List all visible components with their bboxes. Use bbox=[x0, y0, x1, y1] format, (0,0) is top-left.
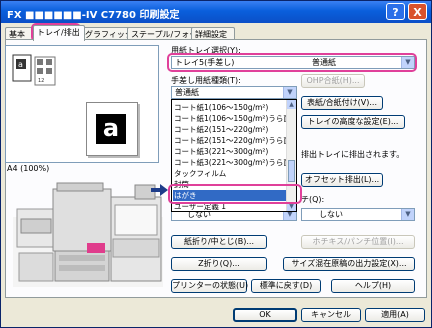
scroll-up-icon[interactable]: ▲ bbox=[287, 100, 296, 109]
mixed-size-output-button[interactable]: サイズ混在原稿の出力設定(X)... bbox=[283, 257, 415, 271]
highlight-postcard bbox=[168, 184, 302, 204]
list-item[interactable]: コート紙2(151～220g/m²)うら面 bbox=[174, 135, 291, 146]
list-item[interactable]: コート紙1(106～150g/m²)うら面 bbox=[174, 113, 291, 124]
chevron-down-icon[interactable]: ▼ bbox=[283, 87, 296, 98]
folding-button[interactable]: 紙折り/中とじ(B)... bbox=[171, 235, 267, 249]
staple-position-button[interactable]: ホチキス/パンチ位置(I)... bbox=[301, 235, 415, 249]
help-title-button[interactable]: ? bbox=[386, 3, 405, 20]
scroll-thumb[interactable] bbox=[288, 160, 295, 182]
svg-text:12: 12 bbox=[38, 78, 44, 84]
chevron-down-icon[interactable]: ▼ bbox=[401, 209, 414, 220]
svg-text:a: a bbox=[18, 60, 23, 69]
page-glyph: a bbox=[96, 114, 126, 144]
list-item[interactable]: コート紙3(221～300g/m²) bbox=[174, 146, 268, 157]
offset-output-button[interactable]: オフセット排出(L)... bbox=[301, 173, 383, 187]
list-item[interactable]: タックフィルム bbox=[174, 168, 226, 179]
print-settings-window: FX ■■■■■■-IV C7780 印刷設定 ? X 基本 トレイ/排出 グラ… bbox=[0, 0, 432, 328]
printer-status-button[interactable]: プリンターの状態(U) bbox=[171, 279, 248, 293]
z-fold-button[interactable]: Z折り(Q)... bbox=[171, 257, 267, 271]
help-button[interactable]: ヘルプ(H) bbox=[331, 279, 415, 293]
manual-paper-value: 普通紙 bbox=[175, 88, 199, 97]
restore-defaults-button[interactable]: 標準に戻す(D) bbox=[251, 279, 321, 293]
printer-illustration bbox=[13, 182, 163, 287]
apply-button[interactable]: 適用(A) bbox=[365, 308, 425, 322]
title-bar: FX ■■■■■■-IV C7780 印刷設定 ? X bbox=[1, 1, 431, 23]
cancel-button[interactable]: キャンセル bbox=[301, 308, 361, 322]
staple-label: チ(Q): bbox=[301, 195, 325, 204]
staple-select-value: しない bbox=[319, 210, 343, 219]
n-up-icon: 12 bbox=[34, 56, 56, 86]
arrow-right-icon bbox=[151, 184, 168, 196]
list-item[interactable]: コート紙3(221～300g/m²)うら面 bbox=[174, 157, 291, 168]
paper-size-label: A4 (100%) bbox=[7, 164, 50, 173]
close-button[interactable]: X bbox=[408, 3, 427, 20]
page-thumbnail: a bbox=[86, 102, 138, 156]
orientation-icon: a bbox=[12, 54, 32, 82]
highlight-tray-select bbox=[167, 53, 417, 72]
manual-paper-label: 手差し用紙種類(T): bbox=[171, 76, 241, 85]
list-item[interactable]: コート紙2(151～220g/m²) bbox=[174, 124, 268, 135]
ohp-interleave-button[interactable]: OHP合紙(H)... bbox=[301, 74, 365, 88]
output-note: 排出トレイに排出されます。 bbox=[301, 150, 405, 159]
list-item[interactable]: コート紙1(106～150g/m²) bbox=[174, 102, 268, 113]
ok-button[interactable]: OK bbox=[233, 308, 297, 322]
tab-tray-output[interactable]: トレイ/排出 bbox=[33, 25, 85, 41]
window-title: FX ■■■■■■-IV C7780 印刷設定 bbox=[7, 10, 180, 21]
cover-interleave-button[interactable]: 表紙/合紙付け(V)... bbox=[301, 96, 383, 110]
manual-paper-select[interactable]: 普通紙 ▼ bbox=[171, 86, 297, 99]
staple-select[interactable]: しない ▼ bbox=[301, 208, 415, 221]
tray-advanced-button[interactable]: トレイの高度な設定(E)... bbox=[301, 115, 405, 129]
